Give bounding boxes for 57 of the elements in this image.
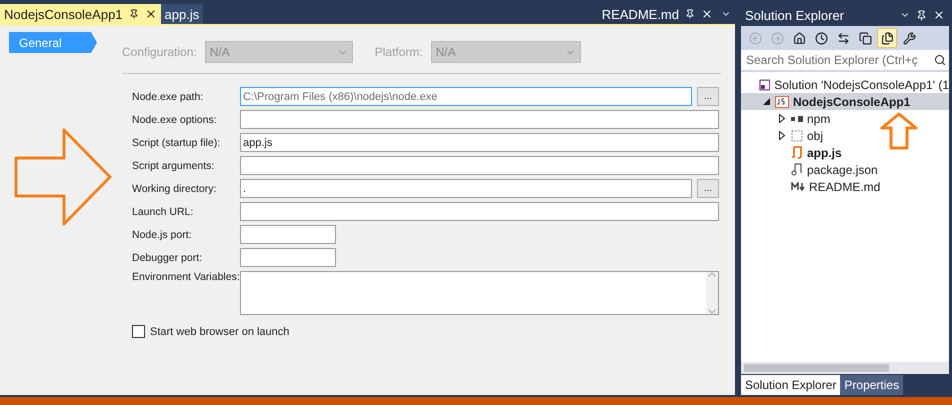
document-tab[interactable]: NodejsConsoleApp1 — [0, 4, 161, 24]
checkbox-label: Start web browser on launch — [150, 326, 290, 338]
panel-tab[interactable]: Properties — [840, 375, 904, 395]
field-label: Node.exe options: — [132, 114, 218, 126]
markdown-icon — [791, 182, 805, 191]
dashed-folder-icon — [791, 130, 803, 142]
tree-item[interactable]: Solution 'NodejsConsoleApp1' (1 — [741, 76, 949, 93]
text-field[interactable]: C:\Program Files (x86)\nodejs\node.exe — [240, 87, 692, 106]
text-field[interactable] — [240, 202, 719, 221]
field-label: Working directory: — [132, 182, 218, 194]
field-label: Debugger port: — [132, 252, 204, 264]
text-field[interactable] — [240, 110, 719, 129]
collapsed-icon[interactable] — [779, 131, 785, 140]
document-tab[interactable]: README.md — [598, 4, 717, 24]
collapsed-icon[interactable] — [779, 114, 785, 123]
pin-icon[interactable] — [128, 9, 139, 19]
js-file-icon — [775, 96, 789, 108]
text-field[interactable] — [240, 248, 336, 267]
horizontal-scrollbar[interactable] — [741, 362, 949, 374]
configuration-label: Configuration: — [122, 45, 197, 59]
browse-button[interactable]: ... — [697, 179, 719, 198]
close-icon[interactable] — [144, 8, 157, 20]
text-field[interactable] — [240, 225, 336, 244]
text-field[interactable] — [240, 156, 719, 175]
script-file-icon — [791, 146, 803, 159]
text-field[interactable]: . — [240, 179, 692, 198]
tree-item[interactable]: NodejsConsoleApp1 — [741, 93, 949, 110]
search-icon[interactable] — [934, 54, 946, 66]
field-label: Launch URL: — [132, 206, 194, 218]
field-label: Node.js port: — [132, 228, 193, 240]
search-field[interactable]: Search Solution Explorer (Ctrl+ç — [741, 50, 949, 70]
field-label: Script arguments: — [132, 160, 216, 172]
field-label: Script (startup file): — [132, 136, 222, 148]
checkbox[interactable] — [132, 325, 145, 338]
tree-item[interactable]: package.json — [741, 161, 949, 178]
pin-icon[interactable] — [916, 10, 927, 20]
arrow-drawing — [880, 112, 918, 150]
json-file-icon — [791, 163, 803, 176]
files-icon[interactable] — [877, 28, 897, 48]
solution-icon — [758, 78, 770, 90]
platform-label: Platform: — [374, 45, 423, 59]
browse-button[interactable]: ... — [697, 87, 719, 106]
document-tab[interactable]: app.js — [160, 4, 204, 24]
tree-item[interactable]: npm — [741, 110, 949, 127]
tree-item[interactable]: obj — [741, 127, 949, 144]
panel-tab[interactable]: Solution Explorer — [741, 375, 840, 395]
reference-icon — [791, 114, 803, 122]
expanded-icon[interactable] — [762, 98, 770, 105]
field-label: Node.exe path: — [132, 90, 204, 102]
close-icon[interactable] — [701, 8, 713, 20]
close-icon[interactable] — [933, 9, 945, 21]
tree-item[interactable]: app.js — [741, 144, 949, 161]
field-label: Environment Variables: — [132, 271, 240, 283]
panel-title: Solution Explorer — [745, 8, 845, 22]
pin-icon[interactable] — [685, 9, 695, 19]
text-field[interactable]: app.js — [240, 133, 719, 152]
tree-item[interactable]: README.md — [741, 178, 949, 195]
